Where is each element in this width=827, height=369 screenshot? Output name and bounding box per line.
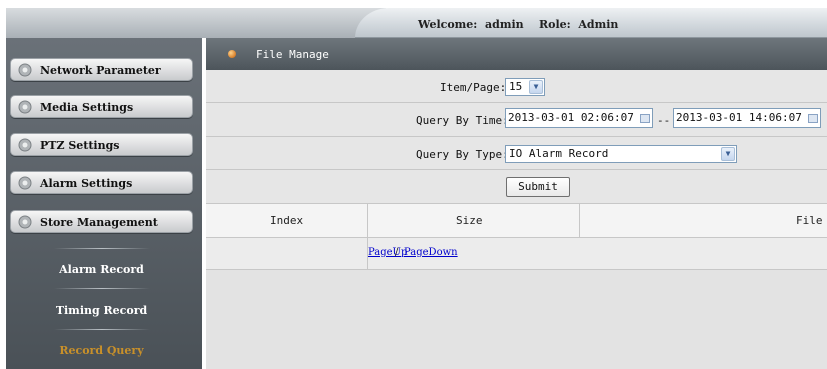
query-time-row: Query By Time: 2013-03-01 02:06:07 -- 20… bbox=[206, 103, 827, 137]
item-page-select[interactable]: 15 ▼ bbox=[505, 78, 545, 96]
welcome-text: Welcome: admin Role: Admin bbox=[418, 18, 619, 31]
gear-icon bbox=[18, 176, 32, 190]
submenu-alarm-record[interactable]: Alarm Record bbox=[10, 263, 193, 276]
submit-button[interactable]: Submit bbox=[506, 177, 570, 197]
gear-icon bbox=[18, 63, 32, 77]
end-time-input[interactable]: 2013-03-01 14:06:07 bbox=[673, 108, 821, 128]
calendar-icon[interactable] bbox=[808, 114, 818, 123]
query-type-row: Query By Type: IO Alarm Record ▼ bbox=[206, 137, 827, 170]
sidebar: Network Parameter Media Settings PTZ Set… bbox=[6, 38, 202, 369]
query-type-label: Query By Type: bbox=[416, 148, 509, 161]
main-panel: File Manage Item/Page: 15 ▼ Query By Tim… bbox=[206, 38, 827, 369]
start-time-input[interactable]: 2013-03-01 02:06:07 bbox=[505, 108, 653, 128]
nav-label: PTZ Settings bbox=[40, 139, 120, 152]
page-up-link[interactable]: PageUp bbox=[368, 247, 407, 258]
submenu-timing-record[interactable]: Timing Record bbox=[10, 304, 193, 317]
column-divider bbox=[367, 204, 368, 239]
results-table-header: Index Size File bbox=[206, 203, 827, 239]
nav-store-management[interactable]: Store Management bbox=[10, 210, 193, 233]
item-page-value: 15 bbox=[509, 80, 523, 93]
panel-header: File Manage bbox=[206, 38, 827, 70]
nav-ptz-settings[interactable]: PTZ Settings bbox=[10, 133, 193, 156]
end-time-value: 2013-03-01 14:06:07 bbox=[676, 111, 802, 124]
nav-label: Media Settings bbox=[40, 101, 134, 114]
gear-icon bbox=[18, 100, 32, 114]
item-page-row: Item/Page: 15 ▼ bbox=[206, 70, 827, 103]
calendar-icon[interactable] bbox=[640, 114, 650, 123]
nav-network-parameter[interactable]: Network Parameter bbox=[10, 58, 193, 81]
submenu-record-query[interactable]: Record Query bbox=[10, 344, 193, 357]
gear-icon bbox=[18, 215, 32, 229]
pager-row: PageUp / PageDown bbox=[206, 238, 827, 270]
nav-alarm-settings[interactable]: Alarm Settings bbox=[10, 171, 193, 194]
start-time-value: 2013-03-01 02:06:07 bbox=[508, 111, 634, 124]
pager-separator: / bbox=[395, 247, 399, 258]
time-separator: -- bbox=[657, 114, 671, 127]
column-divider bbox=[579, 204, 580, 239]
chevron-down-icon: ▼ bbox=[721, 147, 735, 161]
column-header-size: Size bbox=[456, 214, 483, 227]
item-page-label: Item/Page: bbox=[440, 81, 507, 94]
column-header-file: File bbox=[796, 214, 823, 227]
panel-title: File Manage bbox=[256, 48, 329, 61]
page-down-link[interactable]: PageDown bbox=[404, 247, 458, 258]
submenu-divider bbox=[54, 288, 150, 289]
nav-label: Alarm Settings bbox=[40, 177, 133, 190]
nav-label: Store Management bbox=[40, 216, 158, 229]
submenu-divider bbox=[54, 248, 150, 249]
submenu-divider bbox=[54, 329, 150, 330]
gear-icon bbox=[18, 138, 32, 152]
query-time-label: Query By Time: bbox=[416, 114, 509, 127]
query-type-select[interactable]: IO Alarm Record ▼ bbox=[505, 145, 737, 163]
query-type-value: IO Alarm Record bbox=[509, 147, 609, 160]
bullet-icon bbox=[228, 50, 236, 58]
chevron-down-icon: ▼ bbox=[529, 80, 543, 94]
nav-media-settings[interactable]: Media Settings bbox=[10, 95, 193, 118]
column-header-index: Index bbox=[270, 214, 304, 227]
nav-label: Network Parameter bbox=[40, 64, 161, 77]
top-banner: Welcome: admin Role: Admin bbox=[0, 0, 827, 38]
banner-left-bar bbox=[6, 8, 386, 38]
